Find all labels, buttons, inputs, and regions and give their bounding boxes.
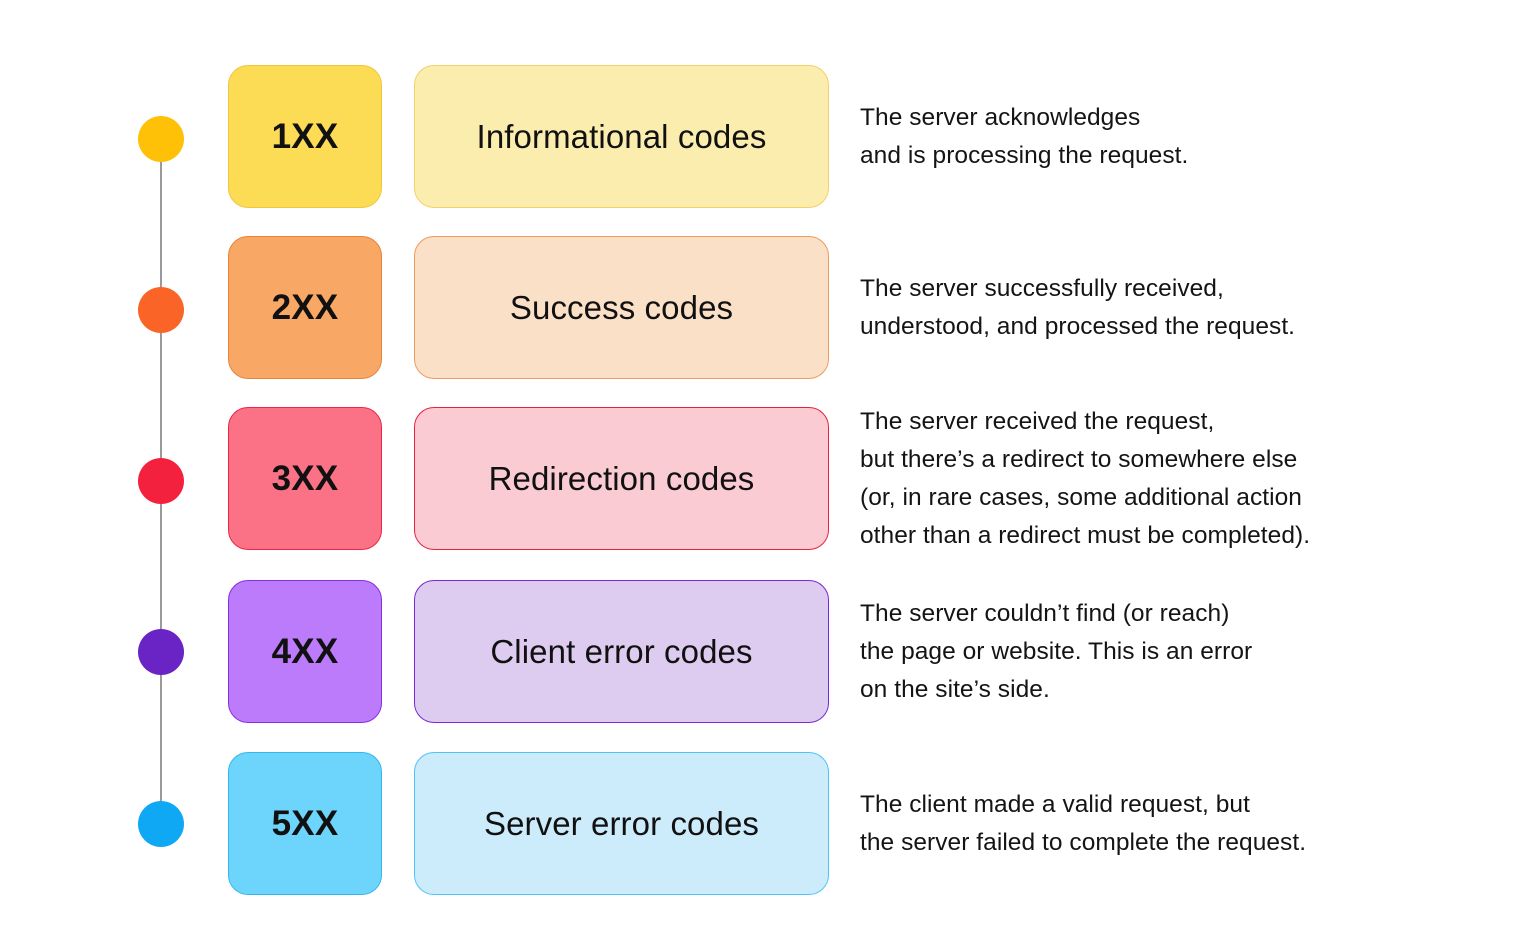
status-row: 5XX Server error codes The client made a… bbox=[228, 752, 1528, 895]
name-box-4xx[interactable]: Client error codes bbox=[414, 580, 829, 723]
code-box-label: 5XX bbox=[271, 804, 339, 843]
description-line: but there’s a redirect to somewhere else bbox=[860, 445, 1298, 473]
name-box-label: Server error codes bbox=[483, 805, 760, 842]
description-line: understood, and processed the request. bbox=[860, 312, 1296, 340]
description-line: the server failed to complete the reques… bbox=[860, 828, 1307, 856]
timeline-line bbox=[160, 139, 162, 824]
code-box-4xx[interactable]: 4XX bbox=[228, 580, 382, 723]
name-box-label: Redirection codes bbox=[488, 460, 755, 497]
dot-2xx bbox=[138, 287, 184, 333]
description-line: other than a redirect must be completed)… bbox=[860, 521, 1311, 549]
dot-4xx bbox=[138, 629, 184, 675]
name-box-label: Success codes bbox=[509, 289, 734, 326]
description-line: and is processing the request. bbox=[860, 141, 1189, 169]
code-box-label: 3XX bbox=[271, 459, 339, 498]
dot-5xx bbox=[138, 801, 184, 847]
description-line: The server acknowledges bbox=[860, 103, 1141, 131]
description-line: The server received the request, bbox=[860, 407, 1215, 435]
description-line: The server successfully received, bbox=[860, 274, 1224, 302]
code-box-label: 2XX bbox=[271, 288, 339, 327]
status-row: 4XX Client error codes The server couldn… bbox=[228, 580, 1528, 723]
description-line: The client made a valid request, but bbox=[860, 790, 1250, 818]
status-code-diagram: 1XX Informational codes The server ackno… bbox=[0, 0, 1540, 944]
timeline bbox=[0, 0, 230, 944]
status-row: 3XX Redirection codes The server receive… bbox=[228, 407, 1528, 550]
code-box-3xx[interactable]: 3XX bbox=[228, 407, 382, 550]
dot-3xx bbox=[138, 458, 184, 504]
description-line: The server couldn’t find (or reach) bbox=[860, 599, 1230, 627]
name-box-1xx[interactable]: Informational codes bbox=[414, 65, 829, 208]
description-line: the page or website. This is an error bbox=[860, 637, 1253, 665]
description-4xx: The server couldn’t find (or reach) the p… bbox=[860, 580, 1500, 723]
status-row: 1XX Informational codes The server ackno… bbox=[228, 65, 1528, 208]
status-row: 2XX Success codes The server successfull… bbox=[228, 236, 1528, 379]
code-box-label: 1XX bbox=[271, 117, 339, 156]
code-box-label: 4XX bbox=[271, 632, 339, 671]
name-box-label: Client error codes bbox=[490, 633, 753, 670]
code-box-5xx[interactable]: 5XX bbox=[228, 752, 382, 895]
description-1xx: The server acknowledges and is processing… bbox=[860, 65, 1500, 208]
dot-1xx bbox=[138, 116, 184, 162]
code-box-2xx[interactable]: 2XX bbox=[228, 236, 382, 379]
description-3xx: The server received the request, but ther… bbox=[860, 407, 1500, 550]
name-box-label: Informational codes bbox=[476, 118, 767, 155]
name-box-2xx[interactable]: Success codes bbox=[414, 236, 829, 379]
code-box-1xx[interactable]: 1XX bbox=[228, 65, 382, 208]
name-box-3xx[interactable]: Redirection codes bbox=[414, 407, 829, 550]
description-line: on the site’s side. bbox=[860, 675, 1050, 703]
description-line: (or, in rare cases, some additional acti… bbox=[860, 483, 1302, 511]
name-box-5xx[interactable]: Server error codes bbox=[414, 752, 829, 895]
description-5xx: The client made a valid request, but the … bbox=[860, 752, 1500, 895]
description-2xx: The server successfully received, underst… bbox=[860, 236, 1500, 379]
